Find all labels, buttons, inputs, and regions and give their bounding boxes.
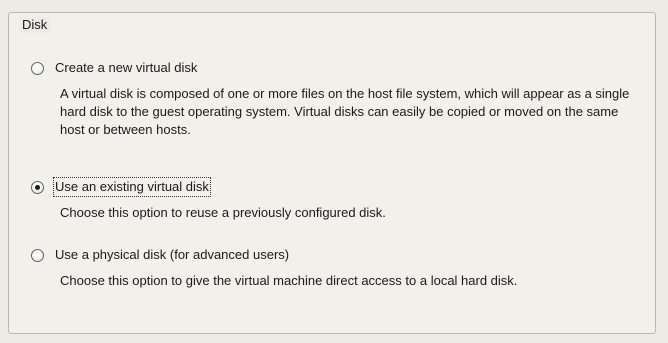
disk-group-legend: Disk [19, 17, 51, 33]
option-create-new-disk: Create a new virtual disk A virtual disk… [31, 59, 643, 139]
radio-use-physical-disk-row[interactable]: Use a physical disk (for advanced users) [31, 246, 643, 264]
radio-use-existing-disk-label[interactable]: Use an existing virtual disk [53, 177, 211, 197]
radio-use-existing-disk-row[interactable]: Use an existing virtual disk [31, 177, 643, 197]
radio-use-existing-disk[interactable] [31, 180, 44, 194]
use-physical-disk-description: Choose this option to give the virtual m… [60, 273, 518, 288]
option-use-existing-disk: Use an existing virtual disk Choose this… [31, 177, 643, 222]
radio-use-physical-disk[interactable] [31, 248, 44, 262]
disk-groupbox: Disk Create a new virtual disk A virtual… [8, 12, 656, 334]
option-use-physical-disk: Use a physical disk (for advanced users)… [31, 246, 643, 290]
radio-create-new-disk-row[interactable]: Create a new virtual disk [31, 59, 643, 77]
use-existing-disk-description: Choose this option to reuse a previously… [60, 205, 386, 220]
radio-create-new-disk[interactable] [31, 61, 44, 75]
create-new-disk-description: A virtual disk is composed of one or mor… [60, 86, 630, 137]
radio-create-new-disk-label[interactable]: Create a new virtual disk [54, 59, 198, 77]
radio-use-physical-disk-label[interactable]: Use a physical disk (for advanced users) [54, 246, 290, 264]
